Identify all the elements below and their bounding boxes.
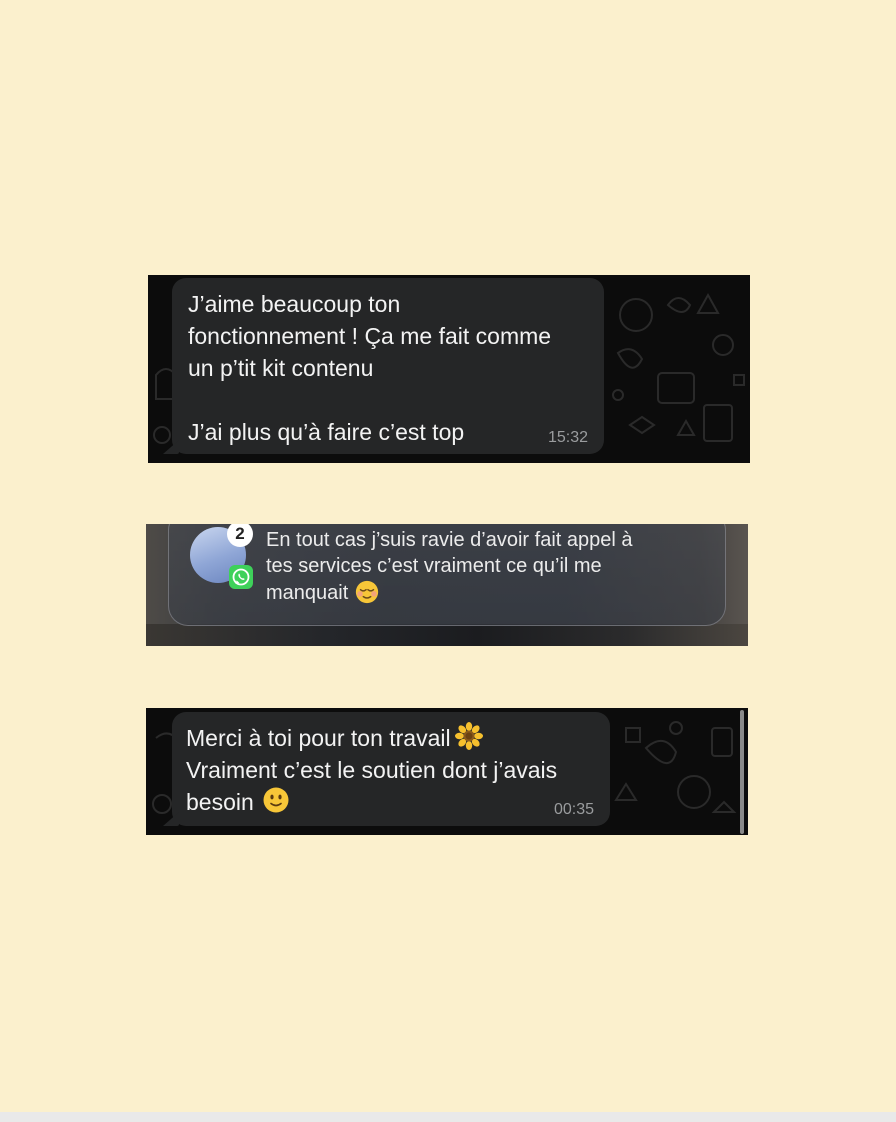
scrollbar[interactable]	[740, 710, 744, 834]
message-text-line: J’aime beaucoup ton	[188, 291, 401, 317]
message-text-line-with-emoji: besoin	[186, 786, 610, 818]
message-timestamp: 15:32	[547, 429, 588, 446]
whatsapp-icon	[229, 565, 253, 589]
message-text-line: J’ai plus qu’à faire c’est top	[188, 419, 465, 445]
incoming-message-bubble[interactable]: Merci à toi pour ton travail Vraiment c’…	[163, 712, 610, 826]
chat-screenshot-2: Merci à toi pour ton travail Vraiment c’…	[146, 708, 748, 835]
sunflower-emoji	[454, 722, 483, 750]
relieved-smile-emoji	[356, 580, 379, 604]
message-text-line: Merci à toi pour ton travail	[186, 725, 451, 751]
notification-text-line: manquait	[266, 582, 349, 604]
page-background: J’aime beaucoup ton fonctionnement ! Ça …	[0, 0, 896, 1112]
message-text-line: un p’tit kit contenu	[188, 355, 374, 381]
message-text-line: fonctionnement ! Ça me fait comme	[188, 323, 552, 349]
slight-smile-emoji	[263, 787, 289, 813]
notification-text-line: tes services c’est vraiment ce qu’il me	[266, 555, 602, 577]
message-timestamp: 00:35	[553, 801, 594, 818]
incoming-message-bubble[interactable]: J’aime beaucoup ton fonctionnement ! Ça …	[163, 278, 604, 454]
blurred-background	[146, 624, 748, 646]
message-text-line-with-emoji: Merci à toi pour ton travail	[186, 722, 610, 754]
notification-screenshot: 2 En tout cas j’suis ravie d’avoir fait …	[146, 524, 748, 646]
message-text-line: Vraiment c’est le soutien dont j’avais	[186, 757, 558, 783]
notification-text-line: En tout cas j’suis ravie d’avoir fait ap…	[266, 529, 633, 551]
notification-text-line-with-emoji: manquait	[266, 579, 716, 606]
notification-message: En tout cas j’suis ravie d’avoir fait ap…	[266, 527, 716, 606]
chat-screenshot-1: J’aime beaucoup ton fonctionnement ! Ça …	[148, 275, 750, 463]
message-text-line: besoin	[186, 789, 254, 815]
